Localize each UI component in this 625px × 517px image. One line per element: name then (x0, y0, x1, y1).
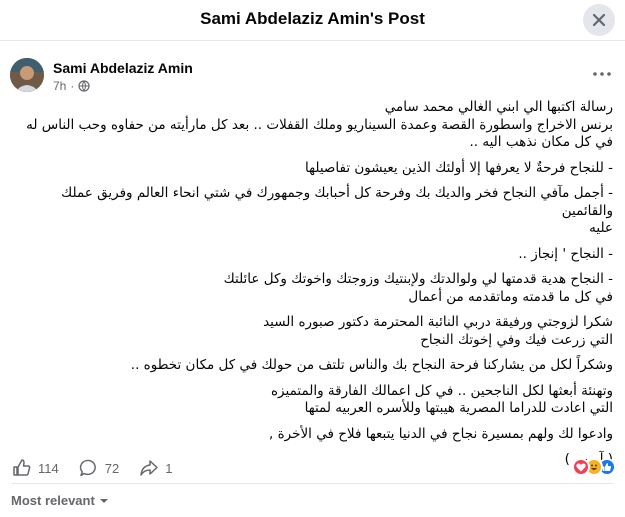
divider (12, 483, 613, 484)
like-button[interactable]: 114 (12, 458, 59, 478)
more-horizontal-icon (593, 72, 611, 76)
more-options-button[interactable] (591, 66, 613, 82)
post-paragraph: - أجمل مآفي النجاح فخر والديك بك وفرحة ك… (61, 185, 613, 236)
comment-icon (79, 459, 96, 477)
post-paragraph: - النجاح ' إنجاز .. (518, 245, 613, 262)
comment-count: 72 (104, 460, 120, 476)
meta-separator: · (70, 79, 75, 93)
post-time[interactable]: 7h (53, 79, 66, 93)
post-paragraph: رسالة اكتبها الي ابني الغالي محمد سامي ب… (26, 99, 613, 150)
share-button[interactable]: 1 (139, 458, 172, 478)
post-paragraph: وتهنئة أبعثها لكل الناجحين .. في كل اعما… (270, 382, 613, 417)
post-actions: 114 72 1 (12, 458, 192, 478)
close-button[interactable] (583, 4, 615, 36)
post-paragraph: وادعوا لك ولهم بمسيرة نجاح في الدنيا يتب… (269, 425, 613, 442)
post-meta: 7h · (53, 79, 90, 93)
post-body: رسالة اكتبها الي ابني الغالي محمد سامي ب… (13, 99, 613, 477)
share-count: 1 (165, 460, 173, 476)
heart-glyph (576, 462, 586, 471)
avatar-image (10, 58, 44, 92)
post-paragraph: شكرا لزوجتي ورفيقة دربي النائبة المحترمة… (263, 314, 613, 348)
share-icon (140, 460, 158, 476)
heart-icon (572, 458, 590, 476)
reactions-summary[interactable] (572, 458, 616, 476)
comment-button[interactable]: 72 (79, 458, 119, 478)
like-glyph (603, 463, 612, 471)
post-paragraph: - النجاح هدية قدمتها لي ولوالدتك ولإبنتي… (223, 271, 613, 305)
avatar[interactable] (10, 58, 44, 92)
chevron-down-icon (99, 498, 108, 503)
dialog-header: Sami Abdelaziz Amin's Post (0, 0, 625, 41)
sort-comments-dropdown[interactable]: Most relevant (11, 493, 109, 508)
close-icon (592, 13, 606, 27)
dialog-title: Sami Abdelaziz Amin's Post (200, 9, 425, 28)
like-count: 114 (38, 460, 59, 476)
sort-label: Most relevant (11, 493, 95, 508)
globe-icon (78, 80, 90, 92)
like-icon (13, 459, 31, 476)
author-name[interactable]: Sami Abdelaziz Amin (53, 60, 193, 76)
post-paragraph: - للنجاح فرحةٌ لا يعرفها إلا أولئك الذين… (305, 159, 613, 176)
post-paragraph: وشكراً لكل من يشاركنا فرحة النجاح بك وال… (130, 357, 613, 373)
